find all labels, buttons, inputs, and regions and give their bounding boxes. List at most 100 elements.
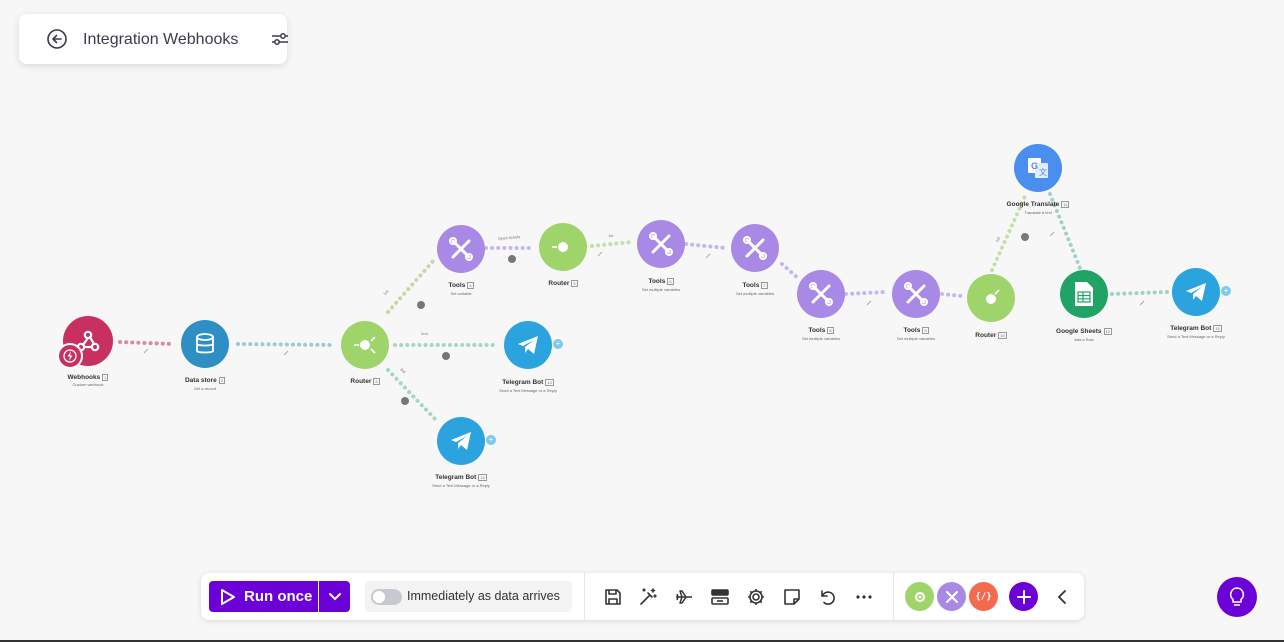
tools-app-green-icon[interactable] xyxy=(905,582,934,611)
lightbulb-icon xyxy=(1229,587,1245,606)
module-name: Tools xyxy=(648,278,666,286)
google-translate-icon[interactable]: G文 xyxy=(1014,144,1062,192)
play-icon xyxy=(221,588,235,605)
scenario-header: Integration Webhooks xyxy=(19,14,289,64)
filter-icon xyxy=(442,352,450,360)
module-badge: 7 xyxy=(761,282,768,289)
module-badge: 10 xyxy=(998,332,1007,339)
tools-icon[interactable] xyxy=(731,224,779,272)
telegram-icon[interactable] xyxy=(1172,268,1220,316)
module-subtitle: Set variable xyxy=(450,291,472,296)
module-subtitle: Get a record xyxy=(193,386,217,391)
module-badge: 5 xyxy=(571,280,578,287)
module-name: Router xyxy=(350,378,372,386)
svg-text:文: 文 xyxy=(1039,167,1047,177)
module-name: Google Translate xyxy=(1006,201,1060,209)
add-module-icon[interactable]: + xyxy=(486,435,496,445)
toggle-label: Immediately as data arrives xyxy=(407,589,560,603)
module-badge: 1 xyxy=(102,374,109,381)
link-tools3-tools4 xyxy=(780,262,802,282)
instant-trigger-icon xyxy=(57,343,83,369)
module-name: Router xyxy=(548,280,570,288)
module-name: Webhooks xyxy=(67,374,101,382)
link-tools2-tools3 xyxy=(684,242,728,250)
wrench-icon xyxy=(1049,231,1055,237)
tools-icon[interactable] xyxy=(892,270,940,318)
module-badge: 4 xyxy=(467,282,474,289)
divider xyxy=(584,573,585,620)
gear-icon[interactable] xyxy=(746,587,766,607)
note-icon[interactable] xyxy=(782,587,802,607)
save-icon[interactable] xyxy=(603,587,623,607)
module-name: Tools xyxy=(448,282,466,290)
wrench-icon xyxy=(705,253,711,259)
module-badge: 12 xyxy=(1103,328,1112,335)
module-name: Google Sheets xyxy=(1056,328,1102,336)
magic-wand-icon[interactable] xyxy=(638,587,658,607)
flow-icon[interactable] xyxy=(710,587,730,607)
module-name: Data store xyxy=(184,377,217,385)
svg-text:G: G xyxy=(1031,161,1038,171)
tools-icon[interactable] xyxy=(637,220,685,268)
module-badge: 2 xyxy=(218,377,226,384)
chevron-left-icon[interactable] xyxy=(1052,587,1072,607)
wrench-icon xyxy=(597,251,603,257)
scenario-title[interactable]: Integration Webhooks xyxy=(83,31,238,49)
filter-icon xyxy=(417,301,425,309)
module-name: Router xyxy=(975,332,997,340)
immediate-toggle[interactable] xyxy=(371,589,402,605)
module-name: Telegram Bot xyxy=(502,379,544,387)
plus-icon xyxy=(1016,589,1031,604)
telegram-icon[interactable] xyxy=(504,321,552,369)
undo-icon[interactable] xyxy=(817,587,837,607)
scheduling-toggle-group: Immediately as data arrives xyxy=(365,581,572,612)
module-subtitle: Translate a text xyxy=(1024,210,1052,215)
module-subtitle: Send a Text Message or a Reply xyxy=(1167,334,1225,339)
scenario-canvas[interactable] xyxy=(0,0,1284,642)
module-badge: 9 xyxy=(922,327,929,334)
module-name: Telegram Bot xyxy=(435,474,477,482)
module-name: Tools xyxy=(742,282,760,290)
link-tools5-router3 xyxy=(940,292,964,298)
link-webhooks-datastore xyxy=(118,340,174,346)
add-module-button[interactable] xyxy=(1009,582,1038,611)
add-module-icon[interactable]: + xyxy=(553,339,563,349)
run-once-button[interactable]: Run once xyxy=(209,581,318,612)
filter-icon xyxy=(1021,233,1029,241)
module-badge: 15 xyxy=(1213,325,1222,332)
module-name: Tools xyxy=(808,327,826,335)
module-badge: 14 xyxy=(478,474,487,481)
google-sheets-icon[interactable] xyxy=(1060,270,1108,318)
bottom-toolbar: Run once Immediately as data arrives {/} xyxy=(201,573,1084,620)
router-icon[interactable] xyxy=(539,223,587,271)
wrench-icon xyxy=(1139,300,1145,306)
tools-app-purple-icon[interactable] xyxy=(937,582,966,611)
route-label[interactable]: 1st xyxy=(608,233,613,238)
lightbulb-help-button[interactable] xyxy=(1217,577,1257,617)
chevron-down-icon xyxy=(328,592,341,600)
wrench-icon xyxy=(143,348,149,354)
router-icon[interactable] xyxy=(341,321,389,369)
settings-sliders-icon[interactable] xyxy=(271,30,289,48)
module-badge: 3 xyxy=(373,378,380,385)
json-app-icon[interactable]: {/} xyxy=(969,582,998,611)
module-name: Tools xyxy=(903,327,921,335)
airplane-icon[interactable] xyxy=(674,587,694,607)
filter-icon xyxy=(401,397,409,405)
module-subtitle: Send a Text Message or a Reply xyxy=(432,483,490,488)
back-arrow-icon[interactable] xyxy=(47,29,67,49)
tools-icon[interactable] xyxy=(437,225,485,273)
link-router2-tools2 xyxy=(590,240,634,248)
database-icon[interactable] xyxy=(181,320,229,368)
add-module-icon[interactable]: + xyxy=(1221,286,1231,296)
route-label[interactable]: 2nd xyxy=(421,331,428,336)
wrench-icon xyxy=(283,350,289,356)
run-options-dropdown[interactable] xyxy=(319,581,350,612)
more-icon[interactable] xyxy=(854,587,874,607)
filter-icon xyxy=(508,255,516,263)
link-gsheets-telegram3 xyxy=(1110,290,1170,296)
telegram-icon[interactable] xyxy=(437,417,485,465)
tools-icon[interactable] xyxy=(797,270,845,318)
router-icon[interactable] xyxy=(967,274,1015,322)
run-once-label: Run once xyxy=(244,588,313,605)
